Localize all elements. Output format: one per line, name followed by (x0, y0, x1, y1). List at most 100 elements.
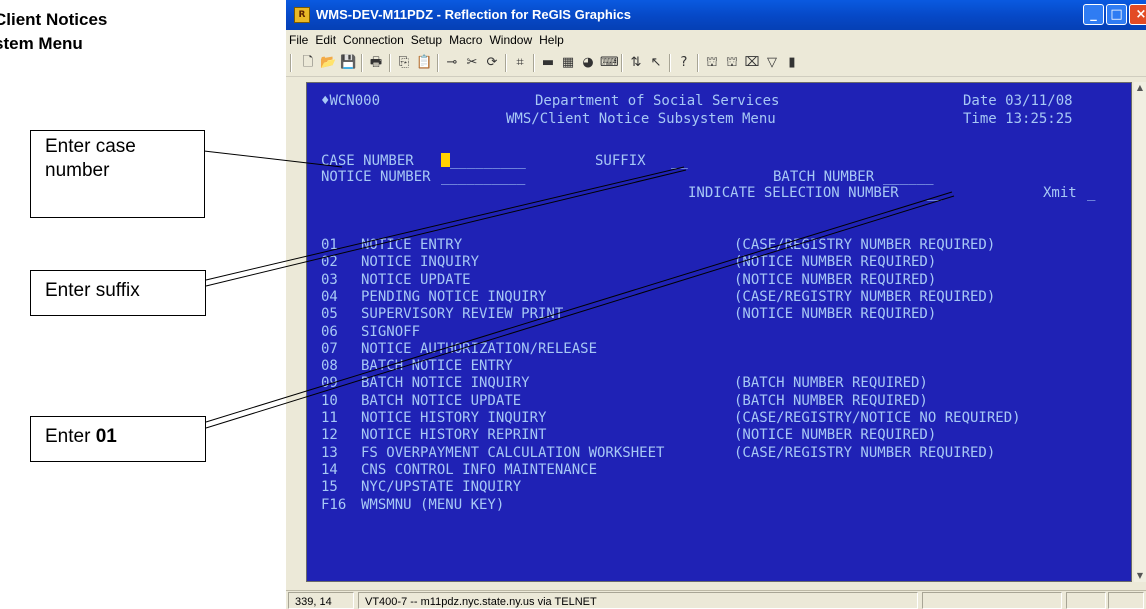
setup-icon[interactable]: ▦ (560, 55, 576, 71)
menu-edit[interactable]: Edit (312, 30, 340, 50)
option-label: WMSMNU (MENU KEY) (361, 497, 505, 513)
option-number: 09 (321, 375, 338, 391)
option-requirement: (NOTICE NUMBER REQUIRED) (734, 254, 937, 270)
time-value: 13:25:25 (1005, 111, 1073, 127)
reconnect-icon[interactable]: ⟳ (484, 55, 500, 71)
menu-window[interactable]: Window (486, 30, 536, 50)
option-requirement: (CASE/REGISTRY NUMBER REQUIRED) (734, 237, 996, 253)
open-icon[interactable]: 📂 (320, 55, 336, 71)
option-label: NOTICE HISTORY INQUIRY (361, 410, 547, 426)
option-label: BATCH NOTICE INQUIRY (361, 375, 530, 391)
time-row: Time 13:25:25 (963, 111, 1073, 127)
option-number: 11 (321, 410, 338, 426)
suffix-field[interactable]: __ (671, 153, 688, 169)
option-number: 01 (321, 237, 338, 253)
menu-help[interactable]: Help (536, 30, 568, 50)
menu-macro[interactable]: Macro (446, 30, 486, 50)
save-icon[interactable]: 💾 (340, 55, 356, 71)
new-icon[interactable]: 🗋 (300, 55, 316, 71)
notice-number-field[interactable]: __________ (441, 169, 525, 185)
option-label: SIGNOFF (361, 324, 421, 340)
close-button[interactable]: × (1129, 4, 1146, 25)
terminal-screen[interactable]: ♦WCN000 Department of Social Services Da… (306, 82, 1132, 582)
option-label: NOTICE AUTHORIZATION/RELEASE (361, 341, 598, 357)
option-number: 04 (321, 289, 338, 305)
toolbar-separator (505, 54, 507, 72)
color-icon[interactable]: ◕ (580, 55, 596, 71)
help-icon[interactable]: ? (676, 55, 692, 71)
date-value: 03/11/08 (1005, 93, 1073, 109)
cursor-position: 339, 14 (288, 592, 354, 609)
document-heading: Client Notices stem Menu (0, 10, 108, 53)
option-label: PENDING NOTICE INQUIRY (361, 289, 547, 305)
case-number-callout: Enter case number (30, 130, 205, 218)
display-icon[interactable]: ▬ (540, 55, 556, 71)
notice-number-label: NOTICE NUMBER (321, 169, 431, 185)
copy-icon[interactable]: ⎘ (396, 55, 412, 71)
xmit-field[interactable]: _ (1087, 185, 1095, 201)
print-icon[interactable]: 🖶 (368, 55, 384, 71)
reflection-app-icon[interactable]: R (294, 7, 310, 23)
connect-icon[interactable]: ⊸ (444, 55, 460, 71)
option-requirement: (BATCH NUMBER REQUIRED) (734, 375, 928, 391)
mouse-icon[interactable]: ↖ (648, 55, 664, 71)
keyboard-icon[interactable]: ⌨ (600, 55, 619, 71)
menu-file[interactable]: File (286, 30, 312, 50)
option-number: 07 (321, 341, 338, 357)
option-label: NYC/UPSTATE INQUIRY (361, 479, 522, 495)
batch-number-label: BATCH NUMBER (773, 169, 875, 185)
screen-subtitle: WMS/Client Notice Subsystem Menu (506, 111, 776, 127)
suffix-label: SUFFIX (595, 153, 646, 169)
transfer-icon[interactable]: ⇅ (628, 55, 644, 71)
menu-connection[interactable]: Connection (340, 30, 408, 50)
option-number: 08 (321, 358, 338, 374)
window-title: WMS-DEV-M11PDZ - Reflection for ReGIS Gr… (316, 7, 631, 22)
paste-icon[interactable]: 📋 (416, 55, 432, 71)
option-label: NOTICE ENTRY (361, 237, 463, 253)
option-number: 13 (321, 445, 338, 461)
option-label: BATCH NOTICE UPDATE (361, 393, 522, 409)
scroll-down-icon[interactable]: ▼ (1134, 570, 1146, 582)
maximize-button[interactable]: □ (1106, 4, 1127, 25)
option-requirement: (CASE/REGISTRY NUMBER REQUIRED) (734, 445, 996, 461)
case-number-field[interactable]: _________ (441, 153, 526, 169)
xmit-label: Xmit (1043, 185, 1077, 201)
option-number: 03 (321, 272, 338, 288)
macro-record-icon[interactable]: ⛫ (704, 55, 720, 71)
option-label: CNS CONTROL INFO MAINTENANCE (361, 462, 598, 478)
case-number-label: CASE NUMBER (321, 153, 414, 169)
disconnect-icon[interactable]: ✂ (464, 55, 480, 71)
toolbar: 🗋 📂 💾 🖶 ⎘ 📋 ⊸ ✂ ⟳ ⌗ ▬ ▦ ◕ ⌨ ⇅ ↖ ? ⛫ ⛫ ⌧ … (286, 50, 1146, 77)
option-number: 02 (321, 254, 338, 270)
scroll-up-icon[interactable]: ▲ (1134, 82, 1146, 94)
indicate-selection-label: INDICATE SELECTION NUMBER (688, 185, 899, 201)
vertical-scrollbar[interactable]: ▲ ▼ (1134, 82, 1146, 582)
option-number: F16 (321, 497, 347, 513)
option-requirement: (CASE/REGISTRY/NOTICE NO REQUIRED) (734, 410, 1021, 426)
option-label: BATCH NOTICE ENTRY (361, 358, 513, 374)
capture-icon[interactable]: ⌗ (512, 55, 528, 71)
stop-icon[interactable]: ▽ (764, 55, 780, 71)
screen-id-row: ♦WCN000 (321, 93, 381, 109)
selection-field[interactable]: __ (925, 185, 942, 201)
macro-run-icon[interactable]: ⛫ (724, 55, 740, 71)
menu-setup[interactable]: Setup (408, 30, 446, 50)
option-label: SUPERVISORY REVIEW PRINT (361, 306, 564, 322)
option-label: NOTICE INQUIRY (361, 254, 480, 270)
exit-icon[interactable]: ▮ (784, 55, 800, 71)
reflection-window: R WMS-DEV-M11PDZ - Reflection for ReGIS … (286, 0, 1146, 609)
status-panel (1108, 592, 1144, 609)
option-requirement: (NOTICE NUMBER REQUIRED) (734, 272, 937, 288)
batch-number-field[interactable]: ______ (883, 169, 934, 185)
minimize-button[interactable]: _ (1083, 4, 1104, 25)
option-number: 14 (321, 462, 338, 478)
option-requirement: (CASE/REGISTRY NUMBER REQUIRED) (734, 289, 996, 305)
toolbar-separator (697, 54, 699, 72)
toolbar-separator (437, 54, 439, 72)
title-bar[interactable]: R WMS-DEV-M11PDZ - Reflection for ReGIS … (286, 0, 1146, 30)
cursor (441, 153, 450, 167)
hotspot-icon[interactable]: ⌧ (744, 55, 760, 71)
status-panel (1066, 592, 1106, 609)
option-requirement: (NOTICE NUMBER REQUIRED) (734, 427, 937, 443)
toolbar-separator (361, 54, 363, 72)
